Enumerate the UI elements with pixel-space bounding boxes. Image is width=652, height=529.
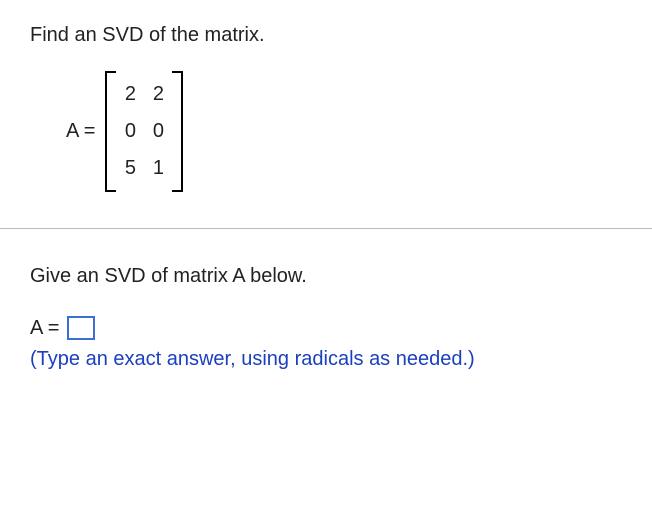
- answer-hint: (Type an exact answer, using radicals as…: [30, 348, 628, 371]
- matrix-equation: A = 2 2 0 0 5 1: [66, 71, 628, 192]
- answer-line: A =: [30, 316, 628, 340]
- matrix-cell: 5: [123, 157, 137, 180]
- answer-lhs: A =: [30, 317, 59, 340]
- matrix-cell: 0: [151, 120, 165, 143]
- matrix-cell: 2: [151, 83, 165, 106]
- matrix-cell: 2: [123, 83, 137, 106]
- equation-lhs: A =: [66, 120, 95, 143]
- bracket-left-icon: [105, 71, 115, 192]
- answer-instruction: Give an SVD of matrix A below.: [30, 265, 628, 288]
- matrix-display: 2 2 0 0 5 1: [105, 71, 183, 192]
- table-row: 5 1: [123, 157, 165, 180]
- matrix-body: 2 2 0 0 5 1: [115, 71, 173, 192]
- bracket-right-icon: [173, 71, 183, 192]
- matrix-cell: 1: [151, 157, 165, 180]
- answer-input[interactable]: [67, 316, 95, 340]
- matrix-cell: 0: [123, 120, 137, 143]
- divider: [0, 228, 652, 229]
- table-row: 2 2: [123, 83, 165, 106]
- table-row: 0 0: [123, 120, 165, 143]
- problem-prompt: Find an SVD of the matrix.: [30, 24, 628, 47]
